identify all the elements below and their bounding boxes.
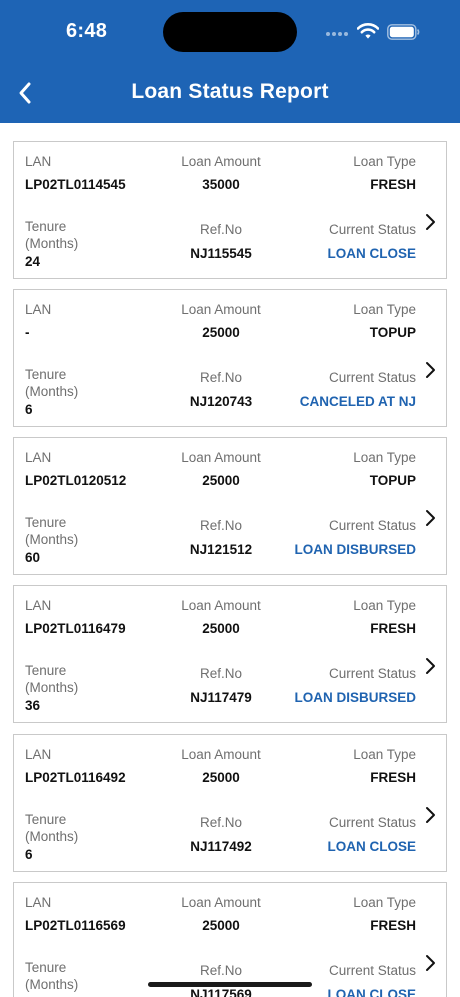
current-status-label: Current Status bbox=[328, 370, 416, 385]
tenure-label: Tenure (Months) bbox=[25, 960, 79, 992]
current-status-label: Current Status bbox=[328, 815, 416, 830]
lan-label: LAN bbox=[25, 895, 52, 910]
loan-card[interactable]: LAN Loan Amount Loan Type LP02TL0116569 … bbox=[13, 882, 447, 997]
lan-value: - bbox=[25, 325, 30, 340]
loan-type-label: Loan Type bbox=[353, 302, 416, 317]
loan-amount-label: Loan Amount bbox=[181, 450, 261, 465]
current-status-label: Current Status bbox=[328, 666, 416, 681]
wifi-icon bbox=[357, 23, 379, 39]
loan-amount-value: 25000 bbox=[202, 473, 240, 488]
ref-no-label: Ref.No bbox=[199, 963, 243, 978]
loan-card[interactable]: LAN Loan Amount Loan Type LP02TL0116492 … bbox=[13, 734, 447, 872]
loan-amount-value: 35000 bbox=[202, 177, 240, 192]
lan-label: LAN bbox=[25, 450, 52, 465]
loan-type-value: FRESH bbox=[370, 918, 416, 933]
chevron-right-icon[interactable] bbox=[425, 508, 437, 528]
loan-type-label: Loan Type bbox=[353, 450, 416, 465]
loan-card[interactable]: LAN Loan Amount Loan Type LP02TL0114545 … bbox=[13, 141, 447, 279]
lan-value: LP02TL0116492 bbox=[25, 770, 126, 785]
current-status-label: Current Status bbox=[328, 518, 416, 533]
home-indicator[interactable] bbox=[148, 982, 312, 987]
chevron-right-icon[interactable] bbox=[425, 656, 437, 676]
chevron-right-icon[interactable] bbox=[425, 953, 437, 973]
ref-no-label: Ref.No bbox=[199, 815, 243, 830]
loan-type-value: FRESH bbox=[370, 770, 416, 785]
loan-type-value: FRESH bbox=[370, 177, 416, 192]
ref-no-label: Ref.No bbox=[199, 666, 243, 681]
tenure-label: Tenure (Months) bbox=[25, 515, 79, 547]
lan-label: LAN bbox=[25, 747, 52, 762]
loan-card[interactable]: LAN Loan Amount Loan Type LP02TL0116479 … bbox=[13, 585, 447, 723]
dynamic-island bbox=[163, 12, 297, 52]
ref-no-label: Ref.No bbox=[199, 222, 243, 237]
chevron-right-icon[interactable] bbox=[425, 805, 437, 825]
ref-no-value: NJ120743 bbox=[189, 394, 253, 409]
ref-no-value: NJ115545 bbox=[190, 246, 252, 261]
chevron-right-icon[interactable] bbox=[425, 360, 437, 380]
tenure-value: 6 bbox=[25, 847, 33, 862]
tenure-value: 60 bbox=[25, 550, 41, 565]
status-bar-time: 6:48 bbox=[66, 20, 108, 42]
lan-label: LAN bbox=[25, 598, 52, 613]
lan-label: LAN bbox=[25, 302, 52, 317]
loan-list[interactable]: LAN Loan Amount Loan Type LP02TL0114545 … bbox=[0, 123, 460, 997]
tenure-value: 24 bbox=[25, 254, 41, 269]
lan-value: LP02TL0116569 bbox=[25, 918, 126, 933]
loan-amount-label: Loan Amount bbox=[181, 747, 261, 762]
lan-value: LP02TL0116479 bbox=[25, 621, 126, 636]
page-title: Loan Status Report bbox=[131, 80, 329, 103]
ref-no-label: Ref.No bbox=[199, 518, 243, 533]
battery-icon bbox=[387, 24, 420, 40]
loan-type-value: TOPUP bbox=[369, 325, 416, 340]
lan-value: LP02TL0114545 bbox=[25, 177, 126, 192]
tenure-label: Tenure (Months) bbox=[25, 663, 79, 695]
current-status-label: Current Status bbox=[328, 963, 416, 978]
tenure-value: 36 bbox=[25, 698, 41, 713]
tenure-label: Tenure (Months) bbox=[25, 812, 79, 844]
current-status-value: LOAN CLOSE bbox=[327, 987, 416, 997]
lan-label: LAN bbox=[25, 154, 52, 169]
tenure-value: 6 bbox=[25, 402, 33, 417]
loan-type-value: TOPUP bbox=[369, 473, 416, 488]
loan-amount-label: Loan Amount bbox=[181, 895, 261, 910]
loan-card[interactable]: LAN Loan Amount Loan Type - 25000 TOPUP … bbox=[13, 289, 447, 427]
loan-amount-label: Loan Amount bbox=[181, 302, 261, 317]
loan-type-label: Loan Type bbox=[353, 895, 416, 910]
tenure-label: Tenure (Months) bbox=[25, 219, 79, 251]
chevron-right-icon[interactable] bbox=[425, 212, 437, 232]
current-status-value: LOAN DISBURSED bbox=[294, 690, 416, 705]
loan-amount-value: 25000 bbox=[202, 770, 240, 785]
loan-card[interactable]: LAN Loan Amount Loan Type LP02TL0120512 … bbox=[13, 437, 447, 575]
loan-amount-label: Loan Amount bbox=[181, 154, 261, 169]
app-header: 6:48 Loan Status Report bbox=[0, 0, 460, 123]
current-status-value: LOAN DISBURSED bbox=[294, 542, 416, 557]
loan-amount-label: Loan Amount bbox=[181, 598, 261, 613]
loan-amount-value: 25000 bbox=[202, 621, 240, 636]
loan-type-label: Loan Type bbox=[353, 154, 416, 169]
loan-type-value: FRESH bbox=[370, 621, 416, 636]
loan-type-label: Loan Type bbox=[353, 598, 416, 613]
loan-type-label: Loan Type bbox=[353, 747, 416, 762]
current-status-value: CANCELED AT NJ bbox=[299, 394, 416, 409]
ref-no-label: Ref.No bbox=[199, 370, 243, 385]
current-status-label: Current Status bbox=[328, 222, 416, 237]
current-status-value: LOAN CLOSE bbox=[327, 246, 416, 261]
ref-no-value: NJ117492 bbox=[190, 839, 252, 854]
loan-amount-value: 25000 bbox=[202, 918, 240, 933]
loan-amount-value: 25000 bbox=[202, 325, 240, 340]
ref-no-value: NJ117569 bbox=[190, 987, 252, 997]
cellular-signal-icon bbox=[326, 26, 354, 36]
tenure-label: Tenure (Months) bbox=[25, 367, 79, 399]
ref-no-value: NJ117479 bbox=[190, 690, 252, 705]
current-status-value: LOAN CLOSE bbox=[327, 839, 416, 854]
lan-value: LP02TL0120512 bbox=[25, 473, 127, 488]
ref-no-value: NJ121512 bbox=[189, 542, 253, 557]
